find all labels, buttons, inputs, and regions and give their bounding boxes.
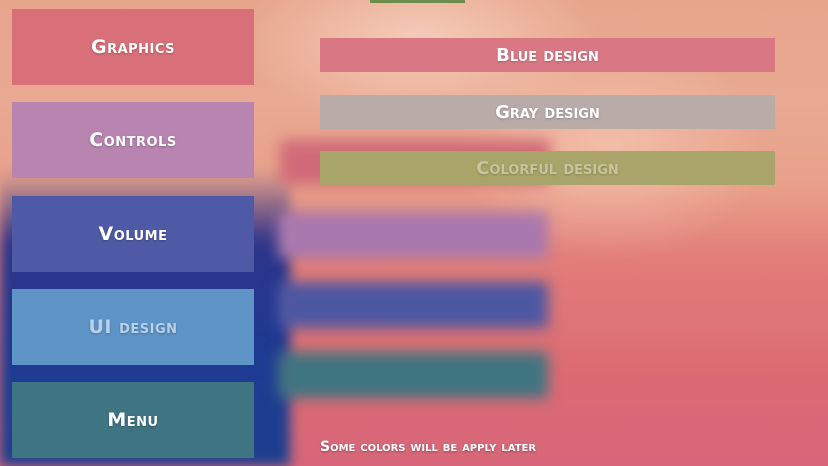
sidebar-item-controls[interactable]: Controls — [12, 102, 254, 178]
sidebar-item-label: UI design — [88, 316, 178, 338]
blue-design-button[interactable]: Blue design — [320, 38, 775, 72]
top-indicator — [370, 0, 465, 3]
sidebar-item-label: Menu — [107, 409, 159, 431]
sidebar-item-menu[interactable]: Menu — [12, 382, 254, 458]
blurred-panel — [278, 352, 548, 398]
sidebar-item-ui-design[interactable]: UI design — [12, 289, 254, 365]
sidebar-item-volume[interactable]: Volume — [12, 196, 254, 272]
option-label: Blue design — [496, 44, 599, 66]
option-label: Gray design — [495, 101, 600, 123]
sidebar-item-graphics[interactable]: Graphics — [12, 9, 254, 85]
option-label: Colorful design — [476, 157, 619, 179]
colorful-design-button[interactable]: Colorful design — [320, 151, 775, 185]
sidebar-item-label: Volume — [98, 223, 168, 245]
blurred-panel — [278, 282, 548, 328]
sidebar-item-label: Controls — [89, 129, 177, 151]
blurred-panel — [278, 212, 548, 258]
gray-design-button[interactable]: Gray design — [320, 95, 775, 129]
sidebar-item-label: Graphics — [90, 36, 176, 58]
footer-note: Some colors will be apply later — [320, 439, 537, 455]
